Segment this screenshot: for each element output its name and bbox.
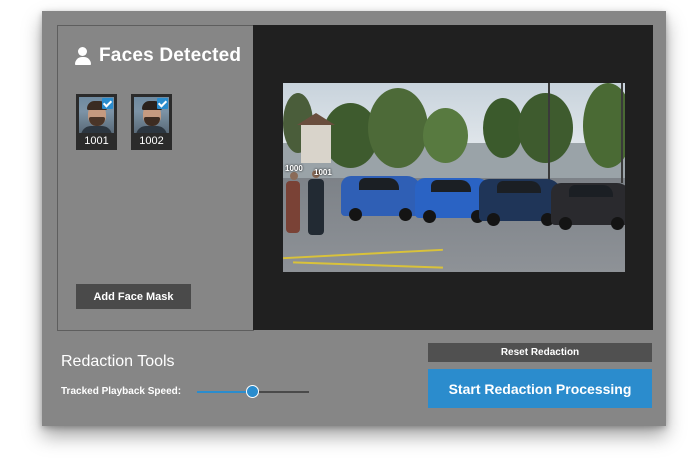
start-redaction-button[interactable]: Start Redaction Processing: [428, 369, 652, 408]
playback-speed-slider[interactable]: [197, 385, 309, 398]
add-face-mask-button[interactable]: Add Face Mask: [76, 284, 191, 309]
face-id-label: 1002: [139, 135, 164, 147]
check-icon[interactable]: [157, 98, 168, 109]
face-card-1002[interactable]: 1002: [131, 94, 172, 150]
user-icon: [75, 47, 91, 65]
slider-thumb[interactable]: [246, 385, 259, 398]
face-overlay-label: 1001: [314, 168, 332, 177]
faces-header: Faces Detected: [75, 44, 241, 68]
playback-speed-label: Tracked Playback Speed:: [61, 386, 182, 397]
video-frame[interactable]: 1000 1001: [283, 83, 625, 272]
reset-redaction-button[interactable]: Reset Redaction: [428, 343, 652, 362]
faces-title: Faces Detected: [99, 45, 242, 66]
redaction-tools-title: Redaction Tools: [61, 353, 175, 370]
face-card-1001[interactable]: 1001: [76, 94, 117, 150]
faces-panel: Faces Detected 1001 1002 Add Face Mask: [57, 25, 254, 331]
face-thumbnail[interactable]: [79, 97, 114, 133]
check-icon[interactable]: [102, 98, 113, 109]
face-thumbnail[interactable]: [134, 97, 169, 133]
slider-fill: [197, 391, 253, 393]
face-id-label: 1001: [84, 135, 109, 147]
redaction-app: Faces Detected 1001 1002 Add Face Mask 1…: [42, 11, 666, 426]
video-panel: 1000 1001: [253, 25, 653, 330]
face-overlay-label: 1000: [285, 164, 303, 173]
